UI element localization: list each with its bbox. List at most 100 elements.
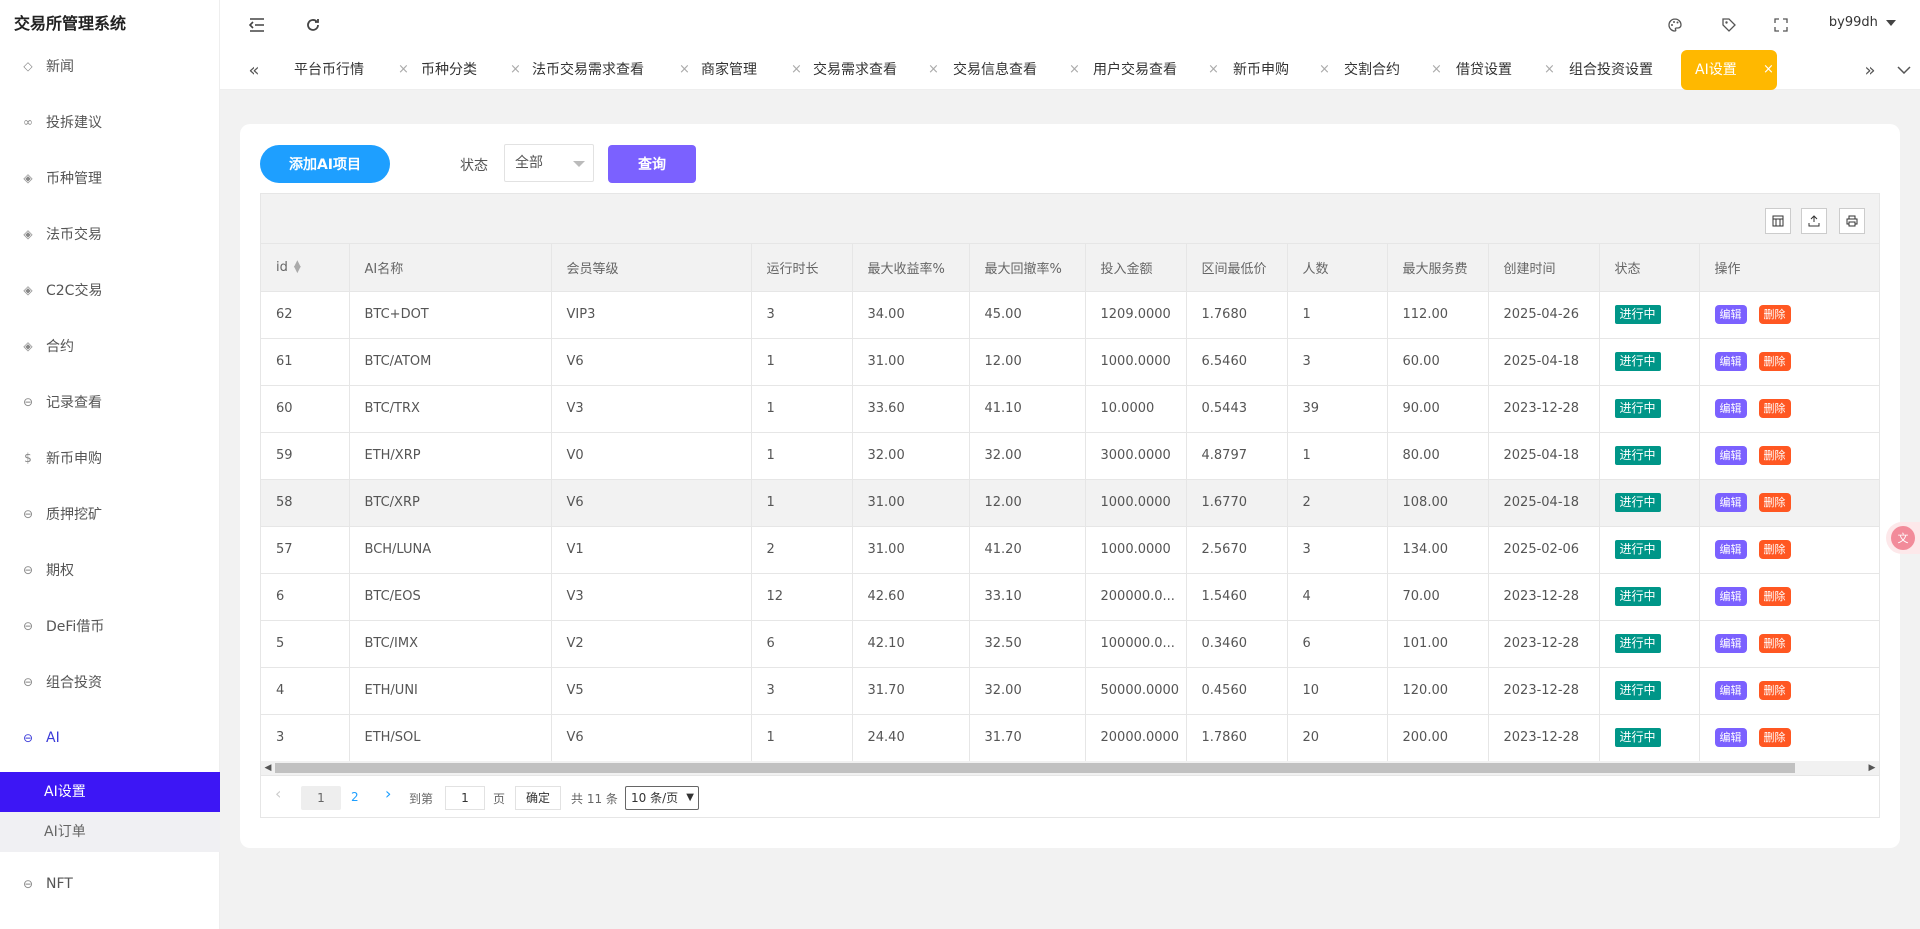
edit-button[interactable]: 编辑	[1714, 728, 1747, 747]
actions-cell: 编辑 删除	[1699, 479, 1880, 527]
tab-5[interactable]: 交易信息查看 ×	[953, 50, 1080, 90]
tab-2[interactable]: 法币交易需求查看 ×	[532, 50, 690, 90]
close-icon[interactable]: ×	[1763, 50, 1774, 90]
page-1-button[interactable]: 1	[301, 786, 341, 810]
tab-8[interactable]: 交割合约 ×	[1344, 50, 1442, 90]
tab-4[interactable]: 交易需求查看 ×	[813, 50, 939, 90]
sidebar-item-6[interactable]: ⊖ 记录查看	[0, 384, 220, 420]
close-icon[interactable]: ×	[1544, 50, 1555, 90]
horizontal-scrollbar[interactable]: ◀ ▶	[261, 761, 1879, 775]
tabs-scroll-left-icon[interactable]: «	[242, 58, 266, 82]
username: by99dh	[1828, 15, 1878, 30]
close-icon[interactable]: ×	[1069, 50, 1080, 90]
export-icon[interactable]	[1801, 208, 1827, 234]
tabs-menu-chevron-icon[interactable]	[1892, 58, 1916, 82]
tab-6[interactable]: 用户交易查看 ×	[1093, 50, 1219, 90]
delete-button[interactable]: 删除	[1758, 634, 1791, 653]
close-icon[interactable]: ×	[1319, 50, 1330, 90]
edit-button[interactable]: 编辑	[1714, 681, 1747, 700]
sidebar-item-9[interactable]: ⊖ 期权	[0, 552, 220, 588]
table-cell: 2025-02-06	[1488, 526, 1600, 574]
delete-button[interactable]: 删除	[1758, 446, 1791, 465]
sidebar-item-2[interactable]: ◈ 币种管理	[0, 160, 220, 196]
sidebar-item-4[interactable]: ◈ C2C交易	[0, 272, 220, 308]
delete-button[interactable]: 删除	[1758, 493, 1791, 512]
goto-confirm-button[interactable]: 确定	[515, 786, 561, 810]
tab-11[interactable]: AI设置 ×	[1681, 50, 1777, 90]
print-icon[interactable]	[1839, 208, 1865, 234]
close-icon[interactable]: ×	[679, 50, 690, 90]
refresh-icon[interactable]	[302, 14, 324, 36]
table-cell: 80.00	[1387, 432, 1489, 480]
delete-button[interactable]: 删除	[1758, 587, 1791, 606]
edit-button[interactable]: 编辑	[1714, 352, 1747, 371]
sidebar-item-8[interactable]: ⊖ 质押挖矿	[0, 496, 220, 532]
sidebar-item-11[interactable]: ⊖ 组合投资	[0, 664, 220, 700]
close-icon[interactable]: ×	[1431, 50, 1442, 90]
close-icon[interactable]: ×	[510, 50, 521, 90]
query-button[interactable]: 查询	[608, 145, 696, 183]
close-icon[interactable]: ×	[791, 50, 802, 90]
close-icon[interactable]: ×	[398, 50, 409, 90]
sidebar-item-10[interactable]: ⊖ DeFi借币	[0, 608, 220, 644]
delete-button[interactable]: 删除	[1758, 352, 1791, 371]
sidebar-item-0[interactable]: ◇ 新闻	[0, 48, 220, 84]
sidebar-subitem-ai-orders[interactable]: AI订单	[0, 812, 220, 852]
edit-button[interactable]: 编辑	[1714, 540, 1747, 559]
page-2-button[interactable]: 2	[351, 790, 359, 804]
goto-page-input[interactable]: 1	[445, 786, 485, 810]
sidebar-item-3[interactable]: ◈ 法币交易	[0, 216, 220, 252]
delete-button[interactable]: 删除	[1758, 305, 1791, 324]
columns-filter-icon[interactable]	[1765, 208, 1791, 234]
sidebar-item-1[interactable]: ∞ 投拆建议	[0, 104, 220, 140]
table-cell: V6	[551, 338, 752, 386]
per-page-select[interactable]: 10 条/页 ▼	[625, 786, 699, 810]
next-page-icon[interactable]: ›	[385, 784, 391, 803]
menu-collapse-icon[interactable]	[246, 14, 268, 36]
delete-button[interactable]: 删除	[1758, 681, 1791, 700]
sort-icon[interactable]: ▲ ▼	[294, 260, 301, 275]
edit-button[interactable]: 编辑	[1714, 446, 1747, 465]
tab-1[interactable]: 币种分类 ×	[421, 50, 521, 90]
sidebar-item-7[interactable]: $ 新币申购	[0, 440, 220, 476]
table-cell: V0	[551, 432, 752, 480]
tab-0[interactable]: 平台币行情 ×	[294, 50, 409, 90]
add-ai-project-button[interactable]: 添加AI项目	[260, 145, 390, 183]
tab-10[interactable]: 组合投资设置×	[1569, 50, 1691, 90]
sidebar-subitem-ai-settings[interactable]: AI设置	[0, 772, 220, 812]
edit-button[interactable]: 编辑	[1714, 399, 1747, 418]
theme-palette-icon[interactable]	[1664, 14, 1686, 36]
table-cell: 进行中	[1599, 338, 1700, 386]
tabs-scroll-right-icon[interactable]: »	[1858, 58, 1882, 82]
translate-widget[interactable]: 文	[1886, 522, 1920, 554]
tab-3[interactable]: 商家管理 ×	[701, 50, 802, 90]
tab-9[interactable]: 借贷设置 ×	[1456, 50, 1555, 90]
table-cell: 62	[261, 291, 350, 339]
actions-cell: 编辑 删除	[1699, 291, 1880, 339]
delete-button[interactable]: 删除	[1758, 540, 1791, 559]
fullscreen-icon[interactable]	[1770, 14, 1792, 36]
tag-icon[interactable]	[1718, 14, 1740, 36]
edit-button[interactable]: 编辑	[1714, 634, 1747, 653]
edit-button[interactable]: 编辑	[1714, 305, 1747, 324]
scroll-right-arrow-icon[interactable]: ▶	[1865, 761, 1879, 775]
sidebar-item-13[interactable]: ⊖ NFT	[0, 866, 220, 902]
delete-button[interactable]: 删除	[1758, 399, 1791, 418]
app-title: 交易所管理系统	[14, 14, 127, 33]
table-cell: 3	[751, 291, 853, 339]
prev-page-icon[interactable]: ‹	[275, 784, 281, 803]
status-select[interactable]: 全部	[504, 144, 594, 182]
user-menu[interactable]: by99dh	[1829, 15, 1896, 30]
close-icon[interactable]: ×	[1208, 50, 1219, 90]
delete-button[interactable]: 删除	[1758, 728, 1791, 747]
column-header-label: 区间最低价	[1201, 261, 1267, 277]
edit-button[interactable]: 编辑	[1714, 493, 1747, 512]
scroll-left-arrow-icon[interactable]: ◀	[261, 761, 275, 775]
column-header[interactable]: id ▲ ▼	[261, 244, 350, 292]
sidebar-item-12[interactable]: ⊖ AI	[0, 720, 220, 756]
scrollbar-thumb[interactable]	[275, 763, 1795, 773]
edit-button[interactable]: 编辑	[1714, 587, 1747, 606]
close-icon[interactable]: ×	[928, 50, 939, 90]
tab-7[interactable]: 新币申购 ×	[1233, 50, 1330, 90]
sidebar-item-5[interactable]: ◈ 合约	[0, 328, 220, 364]
